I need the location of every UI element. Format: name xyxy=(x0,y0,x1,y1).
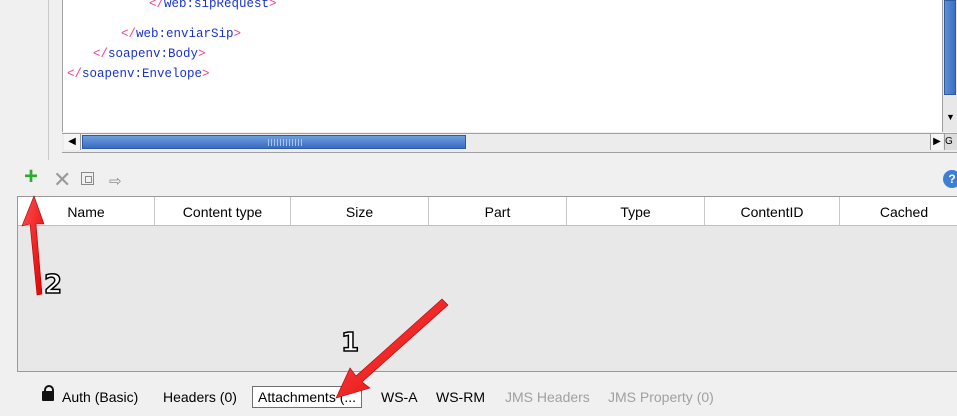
code-line: </web:enviarSip> xyxy=(121,27,242,41)
column-header-cached[interactable]: Cached xyxy=(840,197,957,225)
tab-ws-a[interactable]: WS-A xyxy=(381,389,418,405)
lock-icon xyxy=(42,385,54,401)
add-attachment-icon[interactable]: + xyxy=(24,165,38,189)
xml-editor-panel: </web:sipRequest> </web:enviarSip> </soa… xyxy=(0,0,957,160)
tab-jms-headers[interactable]: JMS Headers xyxy=(505,389,590,405)
annotation-label-1: 1 xyxy=(340,327,360,359)
horizontal-scroll-thumb[interactable] xyxy=(82,135,466,149)
code-line: </soapenv:Envelope> xyxy=(67,67,210,81)
attachments-toolbar: + ✕ ⇨ xyxy=(0,165,957,194)
grip-icon xyxy=(268,139,304,146)
vertical-scroll-thumb[interactable] xyxy=(944,0,956,95)
column-header-part[interactable]: Part xyxy=(429,197,567,225)
corner-icon: G xyxy=(944,134,957,150)
request-tabs-bar: Auth (Basic) Headers (0) Attachments (..… xyxy=(0,384,957,416)
export-attachment-icon[interactable]: ⇨ xyxy=(109,171,122,193)
tab-ws-rm[interactable]: WS-RM xyxy=(436,389,485,405)
help-icon[interactable]: ? xyxy=(943,170,957,188)
scroll-right-icon[interactable]: ▶ xyxy=(930,134,943,150)
scroll-down-icon[interactable]: ▼ xyxy=(946,112,955,122)
tab-jms-property[interactable]: JMS Property (0) xyxy=(608,389,714,405)
scroll-left-icon[interactable]: ◀ xyxy=(64,134,81,150)
tab-auth[interactable]: Auth (Basic) xyxy=(62,389,138,405)
reload-attachment-icon[interactable] xyxy=(81,172,94,185)
code-line: </web:sipRequest> xyxy=(149,0,277,11)
column-header-name[interactable]: Name xyxy=(18,197,155,225)
table-header: Name Content type Size Part Type Content… xyxy=(18,197,957,226)
tab-attachments[interactable]: Attachments (... xyxy=(252,386,363,408)
column-header-size[interactable]: Size xyxy=(291,197,429,225)
tab-headers[interactable]: Headers (0) xyxy=(163,389,237,405)
vertical-scrollbar[interactable]: ▼ xyxy=(942,0,957,132)
remove-attachment-icon[interactable]: ✕ xyxy=(53,169,71,191)
column-header-content-type[interactable]: Content type xyxy=(155,197,291,225)
annotation-label-2: 2 xyxy=(43,269,63,301)
code-line: </soapenv:Body> xyxy=(93,47,206,61)
attachments-table[interactable]: Name Content type Size Part Type Content… xyxy=(17,196,957,372)
horizontal-scrollbar[interactable]: ◀ ▶ G xyxy=(62,133,957,153)
xml-request-editor[interactable]: </web:sipRequest> </web:enviarSip> </soa… xyxy=(62,0,943,132)
column-header-contentid[interactable]: ContentID xyxy=(705,197,840,225)
panel-divider xyxy=(48,0,49,160)
column-header-type[interactable]: Type xyxy=(567,197,705,225)
